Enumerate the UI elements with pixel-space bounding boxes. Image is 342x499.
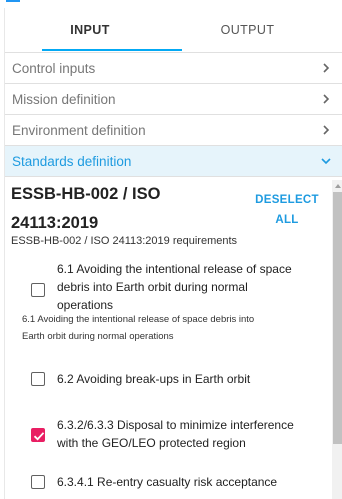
deselect-all-button[interactable]: DESELECT ALL	[245, 190, 329, 230]
tab-bar: INPUT OUTPUT	[5, 8, 342, 53]
requirement-item: 6.3.4.1 Re-entry casualty risk acceptanc…	[31, 473, 331, 493]
section-label: Environment definition	[12, 122, 146, 138]
standards-content: ESSB-HB-002 / ISO 24113:2019 DESELECT AL…	[5, 180, 331, 499]
requirement-checkbox[interactable]	[31, 372, 45, 386]
standard-title: ESSB-HB-002 / ISO 24113:2019	[11, 185, 161, 232]
top-accent-bar	[6, 0, 20, 2]
content-scrollbar[interactable]	[332, 180, 342, 499]
requirement-label[interactable]: 6.3.4.1 Re-entry casualty risk acceptanc…	[57, 473, 333, 491]
requirement-label[interactable]: 6.3.2/6.3.3 Disposal to minimize interfe…	[57, 416, 333, 452]
requirement-checkbox-checked[interactable]	[31, 428, 45, 442]
standard-subtitle: ESSB-HB-002 / ISO 24113:2019 requirement…	[11, 235, 238, 247]
requirement-checkbox[interactable]	[31, 475, 45, 489]
scroll-up-arrow-icon[interactable]	[335, 184, 341, 188]
chevron-right-icon	[323, 63, 330, 73]
requirement-item: 6.3.2/6.3.3 Disposal to minimize interfe…	[31, 416, 331, 456]
chevron-right-icon	[323, 94, 330, 104]
chevron-down-icon	[321, 158, 331, 165]
active-tab-indicator	[42, 49, 182, 51]
tab-input[interactable]: INPUT	[5, 8, 175, 52]
tab-output[interactable]: OUTPUT	[175, 8, 320, 52]
section-mission-definition[interactable]: Mission definition	[5, 84, 342, 115]
section-label: Mission definition	[12, 91, 116, 107]
requirement-checkbox[interactable]	[31, 283, 45, 297]
section-standards-definition[interactable]: Standards definition	[5, 146, 342, 177]
section-label: Control inputs	[12, 60, 96, 76]
requirement-item: 6.2 Avoiding break-ups in Earth orbit	[31, 370, 331, 390]
section-control-inputs[interactable]: Control inputs	[5, 53, 342, 84]
requirement-label[interactable]: 6.1 Avoiding the intentional release of …	[57, 260, 333, 314]
requirement-label[interactable]: 6.2 Avoiding break-ups in Earth orbit	[57, 370, 333, 388]
scrollbar-thumb[interactable]	[333, 192, 342, 444]
input-panel: INPUT OUTPUT Control inputs Mission defi…	[4, 8, 342, 499]
section-label: Standards definition	[12, 153, 132, 169]
chevron-right-icon	[323, 125, 330, 135]
requirement-description: 6.1 Avoiding the intentional release of …	[22, 314, 255, 342]
checkmark-icon	[33, 432, 45, 441]
section-environment-definition[interactable]: Environment definition	[5, 115, 342, 146]
